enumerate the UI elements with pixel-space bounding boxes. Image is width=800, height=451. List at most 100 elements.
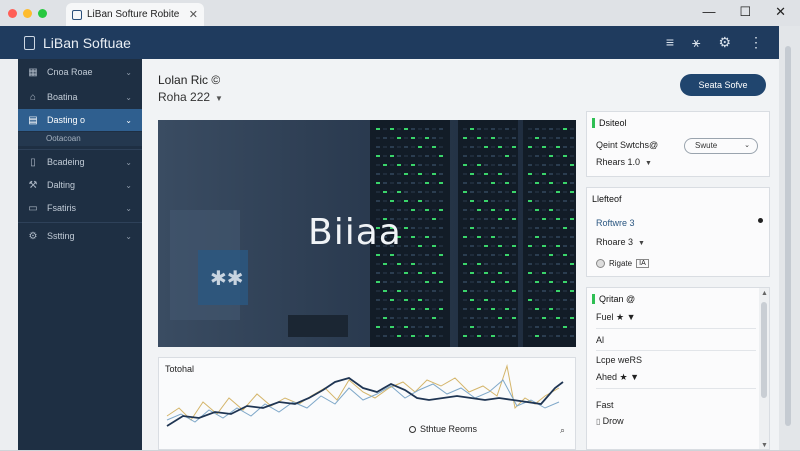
- chevron-down-icon: ⌄: [125, 92, 132, 102]
- chevron-down-icon: ⌄: [125, 157, 132, 167]
- sidebar: ▦ Cnoa Roae ⌄ ⌂ Boatina ⌄ ▤ Dasting o ⌄ …: [18, 59, 142, 450]
- app-window: LiBan Softure Robite ✕ — ☐ ✕ LiBan Softu…: [0, 0, 800, 450]
- chevron-down-icon: ⌄: [125, 231, 132, 241]
- legend-swatch: [409, 425, 416, 433]
- sidebar-item-label: Boatina: [47, 92, 78, 102]
- dropdown-value: Rhears 1.0: [596, 157, 641, 167]
- scrollbar-thumb[interactable]: [761, 302, 767, 398]
- panel-header: Qritan @: [592, 294, 635, 304]
- dropdown-value: Rhoare 3: [596, 237, 634, 247]
- tab-close-icon[interactable]: ✕: [189, 8, 198, 21]
- sidebar-item-1[interactable]: ⌂ Boatina ⌄: [18, 86, 142, 108]
- sidebar-item-label: Bcadeing: [47, 157, 85, 167]
- more-icon[interactable]: ⋮: [749, 34, 763, 51]
- page-title: Lolan Ric ©: [158, 73, 221, 87]
- panel-header: Llefteof: [592, 194, 622, 204]
- panel-header: Dsiteol: [592, 118, 627, 128]
- rate-chip[interactable]: Rigate IA: [596, 257, 649, 270]
- divider: [596, 328, 756, 329]
- close-window-dot[interactable]: [8, 9, 17, 18]
- sidebar-item-0[interactable]: ▦ Cnoa Roae ⌄: [18, 61, 142, 83]
- scrollbar-thumb[interactable]: [785, 46, 791, 426]
- sidebar-item-5[interactable]: ▭ Fsatiris ⌄: [18, 197, 142, 219]
- sidebar-item-4[interactable]: ⚒ Dalting ⌄: [18, 174, 142, 196]
- sidebar-item-2[interactable]: ▤ Dasting o ⌄: [18, 109, 142, 131]
- chevron-up-icon[interactable]: ▲: [761, 290, 768, 297]
- version-dropdown[interactable]: Rhoare 3 ▼: [596, 237, 645, 247]
- home-icon: ⌂: [29, 91, 37, 103]
- chevron-down-icon: ▼: [215, 94, 223, 103]
- minimize-window-dot[interactable]: [23, 9, 32, 18]
- panel-row: Roftwre 3: [596, 218, 635, 228]
- list-panel: Qritan @ Fuel ★ ▼ Al Lcpe weRS Ahed ★ ▼ …: [586, 287, 770, 450]
- sidebar-item-label: Dasting o: [47, 115, 86, 125]
- app-header: LiBan Softuae ≡ ⚹ ⚙ ⋮: [0, 26, 779, 59]
- version-dropdown[interactable]: Rhears 1.0 ▼: [596, 157, 652, 167]
- minimize-button[interactable]: —: [702, 4, 715, 20]
- list-item[interactable]: Ahed ★ ▼: [596, 372, 639, 383]
- legend-label: Sthtue Reoms: [420, 424, 478, 434]
- primary-action-button[interactable]: Seata Sofve: [680, 74, 766, 96]
- version-selector[interactable]: Roha 222 ▼: [158, 90, 223, 104]
- info-panel: Llefteof Roftwre 3 Rhoare 3 ▼ Rigate IA: [586, 187, 770, 277]
- status-indicator: [592, 294, 595, 304]
- divider: [596, 350, 756, 351]
- list-item[interactable]: Al: [596, 335, 604, 345]
- window-scrollbar[interactable]: [779, 26, 800, 450]
- chevron-down-icon: ⌄: [125, 203, 132, 213]
- folder-icon: ▭: [28, 202, 38, 214]
- sidebar-item-6[interactable]: ⚙ Sstting ⌄: [18, 225, 142, 247]
- list-item[interactable]: Fast: [596, 400, 614, 410]
- panel-row: Qeint Swtchs@: [596, 140, 659, 150]
- chevron-down-icon: ▼: [645, 160, 652, 167]
- sidebar-item-label: Dalting: [47, 180, 76, 190]
- maximize-button[interactable]: ☐: [739, 4, 751, 20]
- app-title: LiBan Softuae: [43, 34, 131, 51]
- list-icon[interactable]: ≡: [666, 34, 674, 51]
- trend-lines: [166, 364, 564, 427]
- chevron-down-icon: ⌄: [125, 115, 132, 125]
- status-indicator: [592, 118, 595, 128]
- header-actions: ≡ ⚹ ⚙ ⋮: [666, 34, 763, 51]
- close-button[interactable]: ✕: [775, 4, 786, 20]
- tab-title: LiBan Softure Robite: [87, 9, 180, 20]
- sidebar-item-label: Cnoa Roae: [47, 67, 93, 77]
- chevron-down-icon[interactable]: ▼: [761, 442, 768, 449]
- sidebar-divider: [18, 149, 142, 150]
- browser-tab-strip: LiBan Softure Robite ✕ — ☐ ✕: [0, 0, 800, 26]
- hero-image: ✱✱ Biiaa: [158, 120, 576, 347]
- trend-legend: Sthtue Reoms: [409, 424, 477, 434]
- select-pill[interactable]: Swute ⌄: [684, 138, 758, 154]
- trend-chart: Totohal Sthtue Reoms ⌕: [158, 357, 576, 450]
- chart-icon: ▤: [28, 114, 38, 126]
- active-tab[interactable]: LiBan Softure Robite ✕: [66, 3, 204, 26]
- main-content: Lolan Ric © Roha 222 ▼ Seata Sofve ✱✱ Bi…: [142, 59, 779, 450]
- collaborators-icon[interactable]: ⚹: [692, 34, 700, 51]
- panel-scrollbar[interactable]: ▲ ▼: [759, 288, 769, 449]
- window-controls: — ☐ ✕: [702, 4, 786, 20]
- sidebar-divider: [18, 222, 142, 223]
- sidebar-item-label: Fsatiris: [47, 203, 76, 213]
- panel-title: Dsiteol: [599, 118, 627, 128]
- chevron-down-icon: ⌄: [744, 142, 750, 149]
- settings-icon[interactable]: ⚙: [718, 34, 731, 51]
- avatar: [596, 259, 605, 268]
- sidebar-item-3[interactable]: ▯ Bcadeing ⌄: [18, 151, 142, 173]
- list-item[interactable]: Fuel ★ ▼: [596, 312, 636, 323]
- zoom-window-dot[interactable]: [38, 9, 47, 18]
- sidebar-subitem[interactable]: Ootacoan: [18, 132, 142, 146]
- list-item[interactable]: ▯ Drow: [596, 416, 624, 426]
- app-favicon-icon: [72, 9, 82, 20]
- info-icon[interactable]: [758, 218, 763, 223]
- chevron-down-icon: ⌄: [125, 180, 132, 190]
- sidebar-item-label: Sstting: [47, 231, 75, 241]
- grid-icon: ▦: [28, 66, 38, 78]
- select-value: Swute: [695, 141, 718, 150]
- search-icon[interactable]: ⌕: [560, 425, 565, 436]
- svg-text:✱✱: ✱✱: [210, 266, 244, 290]
- hero-title: Biiaa: [308, 212, 402, 253]
- chip-label: Rigate: [609, 259, 633, 268]
- chevron-down-icon: ▼: [638, 240, 645, 247]
- list-item[interactable]: Lcpe weRS: [596, 355, 642, 365]
- file-icon: ▯: [596, 417, 603, 426]
